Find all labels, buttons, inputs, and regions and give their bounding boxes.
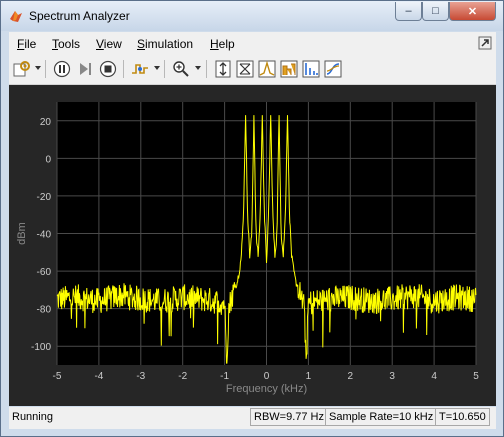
x-axis-label: Frequency (kHz) (226, 383, 307, 395)
menu-simulation-label: imulation (145, 37, 194, 51)
menu-view-mnemonic: V (96, 37, 104, 51)
stop-icon[interactable] (98, 59, 118, 79)
sample-rate-field: Sample Rate=10 kHz (325, 408, 438, 426)
settings-icon[interactable] (12, 59, 32, 79)
channel-measurements-icon[interactable] (279, 59, 299, 79)
menu-bar: File Tools View Simulation Help (9, 32, 496, 56)
y-axis-label: dBm (16, 222, 28, 245)
chevron-down-icon[interactable] (195, 66, 201, 70)
pause-icon[interactable] (52, 59, 72, 79)
y-tick-label: -40 (37, 230, 52, 241)
x-tick-label: 2 (348, 371, 354, 382)
x-tick-label: -2 (178, 371, 187, 382)
x-tick-label: 1 (306, 371, 312, 382)
menu-help-label: elp (218, 37, 235, 51)
status-text: Running (12, 411, 53, 423)
x-tick-label: 3 (389, 371, 395, 382)
y-tick-label: -80 (37, 305, 52, 316)
y-tick-label: -20 (37, 192, 52, 203)
rbw-field: RBW=9.77 Hz (250, 408, 328, 426)
menu-help[interactable]: Help (210, 37, 235, 51)
maximize-button[interactable]: □ (422, 2, 449, 21)
menu-tools[interactable]: Tools (52, 37, 80, 51)
zoom-in-icon[interactable] (171, 59, 191, 79)
cdf-measurements-icon[interactable] (323, 59, 343, 79)
window-title: Spectrum Analyzer (29, 9, 130, 23)
dock-arrow-icon[interactable] (478, 36, 492, 50)
menu-file-label: ile (24, 37, 37, 51)
close-button[interactable]: ✕ (449, 2, 496, 21)
app-window: Spectrum Analyzer – □ ✕ File Tools View … (0, 0, 504, 437)
spectrum-plot-panel: -5 -4 -3 -2 -1 0 1 2 3 4 5 20 0 -20 -40 -60 -80 -100 Freq… (9, 85, 496, 406)
title-bar[interactable]: Spectrum Analyzer – □ ✕ (1, 1, 503, 31)
x-tick-label: 0 (264, 371, 270, 382)
autoscale-icon[interactable] (213, 59, 233, 79)
y-tick-label: -100 (31, 342, 51, 353)
toolbar-separator (123, 60, 124, 78)
minimize-button[interactable]: – (395, 2, 422, 21)
x-tick-label: -3 (136, 371, 145, 382)
chevron-down-icon[interactable] (35, 66, 41, 70)
toolbar (9, 56, 496, 85)
x-tick-label: -4 (94, 371, 103, 382)
menu-simulation[interactable]: Simulation (137, 37, 193, 51)
toolbar-separator (206, 60, 207, 78)
menu-file[interactable]: File (17, 37, 36, 51)
toolbar-separator (164, 60, 165, 78)
peak-finder-icon[interactable] (257, 59, 277, 79)
y-tick-label: 20 (40, 117, 52, 128)
triggers-icon[interactable] (130, 59, 150, 79)
step-forward-icon[interactable] (75, 59, 95, 79)
matlab-icon (10, 11, 22, 22)
cursor-measurements-icon[interactable] (235, 59, 255, 79)
x-tick-label: -1 (220, 371, 229, 382)
spectrum-chart[interactable]: -5 -4 -3 -2 -1 0 1 2 3 4 5 20 0 -20 -40 -60 -80 -100 Freq… (9, 85, 496, 406)
menu-simulation-mnemonic: S (137, 37, 146, 51)
x-tick-label: 5 (473, 371, 479, 382)
y-tick-label: -60 (37, 267, 52, 278)
menu-help-mnemonic: H (210, 37, 219, 51)
distortion-measurements-icon[interactable] (301, 59, 321, 79)
x-tick-label: 4 (431, 371, 437, 382)
time-field: T=10.650 (435, 408, 490, 426)
x-tick-label: -5 (53, 371, 62, 382)
status-bar: Running RBW=9.77 Hz Sample Rate=10 kHz T… (9, 407, 496, 429)
toolbar-separator (45, 60, 46, 78)
y-tick-label: 0 (45, 154, 51, 165)
chevron-down-icon[interactable] (154, 66, 160, 70)
menu-tools-label: ools (58, 37, 81, 51)
menu-view[interactable]: View (96, 37, 122, 51)
menu-view-label: iew (103, 37, 122, 51)
